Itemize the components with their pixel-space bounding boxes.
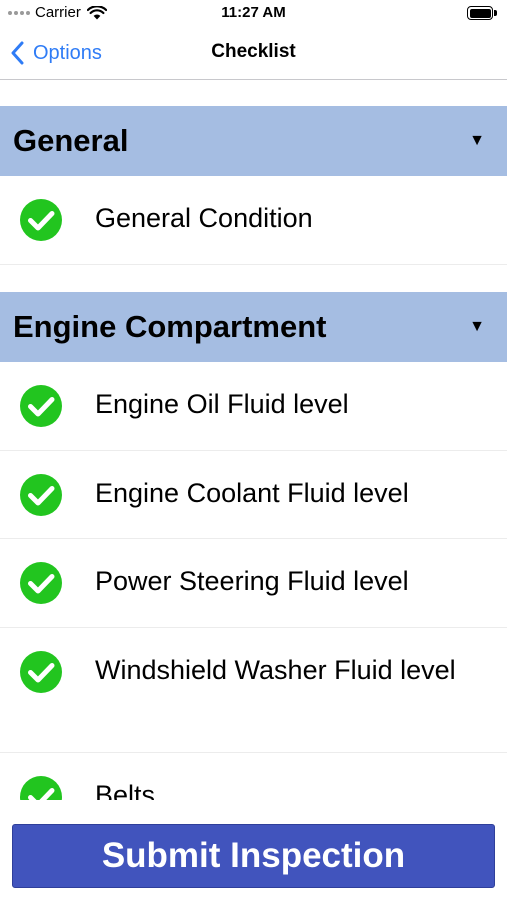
navigation-bar: Options Checklist <box>0 28 507 80</box>
submit-inspection-button[interactable]: Submit Inspection <box>12 824 495 888</box>
checklist-item-label: Power Steering Fluid level <box>95 566 409 596</box>
status-bar: Carrier 11:27 AM <box>0 0 507 28</box>
checklist-item[interactable]: Engine Oil Fluid level <box>0 362 507 451</box>
section-title: General <box>13 123 129 158</box>
checklist-item-label: Belts <box>95 780 156 800</box>
check-circle-icon <box>20 474 62 516</box>
checklist-item-label: General Condition <box>95 203 313 233</box>
status-time: 11:27 AM <box>221 4 286 21</box>
disclosure-triangle-icon[interactable]: ▼ <box>447 132 507 150</box>
checklist-item-label: Windshield Washer Fluid level <box>95 655 456 685</box>
check-circle-icon <box>20 199 62 241</box>
disclosure-triangle-icon[interactable]: ▼ <box>447 318 507 336</box>
section-header-engine-compartment[interactable]: Engine Compartment ▼ <box>0 292 507 362</box>
checklist-item[interactable]: Windshield Washer Fluid level <box>0 628 507 753</box>
check-circle-icon <box>20 385 62 427</box>
check-circle-icon <box>20 651 62 693</box>
checklist-item[interactable]: Engine Coolant Fluid level <box>0 451 507 539</box>
checklist-item[interactable]: Belts <box>0 753 507 800</box>
battery-icon <box>467 6 497 20</box>
checklist-item-label: Engine Coolant Fluid level <box>95 478 409 508</box>
section-title: Engine Compartment <box>13 309 327 344</box>
checklist-item[interactable]: Power Steering Fluid level <box>0 539 507 628</box>
checklist-item[interactable]: General Condition <box>0 176 507 265</box>
section-header-general[interactable]: General ▼ <box>0 106 507 176</box>
checklist-item-label: Engine Oil Fluid level <box>95 389 349 419</box>
page-title: Checklist <box>211 41 296 62</box>
check-circle-icon <box>20 776 62 800</box>
checklist-content[interactable]: General ▼ General Condition Engine Compa… <box>0 80 507 800</box>
check-circle-icon <box>20 562 62 604</box>
